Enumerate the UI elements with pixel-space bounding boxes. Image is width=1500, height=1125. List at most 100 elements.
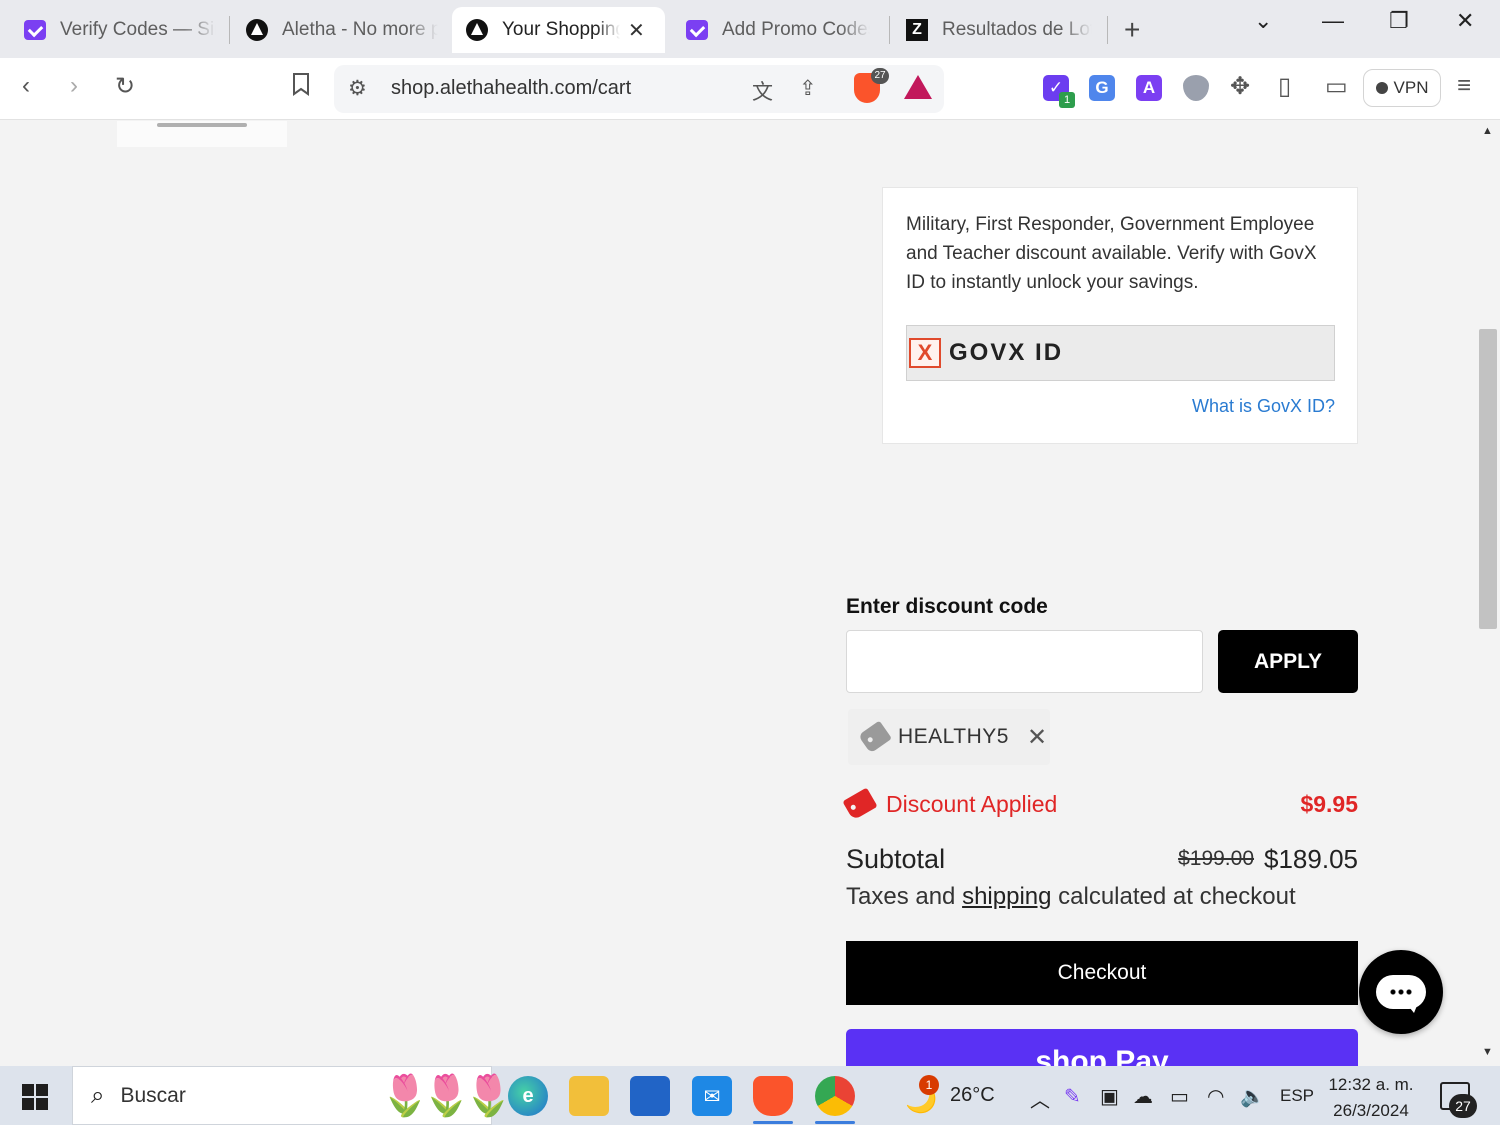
search-icon: ⌕ xyxy=(91,1081,105,1109)
discount-tags-icon xyxy=(842,787,878,821)
subtotal-row: Subtotal $199.00 $189.05 xyxy=(846,841,1358,877)
govx-id-button[interactable]: X GOVX ID xyxy=(906,325,1335,381)
bookmark-icon[interactable] xyxy=(291,72,311,103)
shop-pay-button[interactable]: shop Pay xyxy=(846,1029,1358,1066)
wallet-icon[interactable]: ▭ xyxy=(1325,72,1348,101)
tab-shopping-cart[interactable]: Your Shopping Cart ✕ xyxy=(452,7,665,53)
scroll-up-arrow-icon[interactable]: ▲ xyxy=(1482,125,1493,137)
tulips-decoration-icon: 🌷🌷🌷 xyxy=(380,1074,513,1118)
original-price: $199.00 xyxy=(1178,847,1255,870)
share-icon[interactable]: ⇪ xyxy=(799,76,817,101)
discount-applied-label: Discount Applied xyxy=(886,790,1058,817)
applied-code: HEALTHY5 xyxy=(898,725,1009,748)
simplycodes-icon xyxy=(24,19,46,41)
tag-icon xyxy=(858,720,892,754)
shipping-link[interactable]: shipping xyxy=(962,883,1051,910)
pen-icon[interactable]: ✎ xyxy=(1064,1084,1081,1109)
vpn-status-icon xyxy=(1375,82,1388,94)
tab-strip: Verify Codes — SimplyCodes Aletha - No m… xyxy=(0,0,1500,58)
battery-icon[interactable]: ▭ xyxy=(1170,1084,1189,1109)
tab-title: Your Shopping Cart xyxy=(502,19,620,40)
sidebar-toggle-icon[interactable]: ▯ xyxy=(1278,72,1291,101)
apply-button[interactable]: APPLY xyxy=(1218,630,1358,693)
meet-icon[interactable]: ▣ xyxy=(1100,1084,1119,1109)
checkout-button[interactable]: Checkout xyxy=(846,941,1358,1005)
weather-temp[interactable]: 26°C xyxy=(950,1084,995,1107)
file-explorer-icon[interactable] xyxy=(569,1076,609,1116)
close-tab-icon[interactable]: ✕ xyxy=(628,18,645,43)
tab-title: Verify Codes — SimplyCodes xyxy=(60,19,216,40)
browser-toolbar: ‹ › ↻ ⚙ shop.alethahealth.com/cart 文 ⇪ 2… xyxy=(0,58,1500,120)
extensions-puzzle-icon[interactable]: ✥ xyxy=(1230,72,1250,101)
subtotal-label: Subtotal xyxy=(846,843,946,874)
tab-verify-codes[interactable]: Verify Codes — SimplyCodes xyxy=(0,7,228,53)
what-is-govx-link[interactable]: What is GovX ID? xyxy=(1192,396,1335,417)
tray-expand-icon[interactable]: ︿ xyxy=(1030,1084,1050,1113)
menu-icon[interactable]: ≡ xyxy=(1457,72,1471,100)
brave-browser-icon[interactable] xyxy=(753,1076,793,1116)
scroll-down-arrow-icon[interactable]: ▼ xyxy=(1482,1046,1493,1058)
aletha-icon xyxy=(466,19,488,41)
site-info-icon[interactable]: ⚙ xyxy=(348,76,367,101)
clock-time: 12:32 a. m. xyxy=(1328,1075,1414,1094)
chrome-browser-icon[interactable] xyxy=(815,1076,855,1116)
taxes-suffix: calculated at checkout xyxy=(1051,883,1296,910)
clock[interactable]: 12:32 a. m. 26/3/2024 xyxy=(1320,1072,1422,1124)
windows-taskbar: ⌕ Buscar 🌷🌷🌷 e ✉ 🌙 26°C ︿ ✎ ▣ ☁ ▭ ◠ 🔈 ES… xyxy=(0,1066,1500,1125)
mail-icon[interactable]: ✉ xyxy=(692,1076,732,1116)
vpn-button[interactable]: VPN xyxy=(1363,69,1441,107)
tab-loteria[interactable]: Z Resultados de Lotería xyxy=(882,7,1104,53)
wifi-icon[interactable]: ◠ xyxy=(1207,1084,1224,1109)
tab-title: Aletha - No more pain xyxy=(282,19,438,40)
translate-icon[interactable]: 文 xyxy=(752,76,773,106)
close-window-icon[interactable]: ✕ xyxy=(1456,8,1474,34)
shield-extension-icon[interactable] xyxy=(1183,75,1209,101)
vpn-label: VPN xyxy=(1393,78,1429,97)
discount-applied-row: Discount Applied $9.95 xyxy=(842,787,1358,821)
address-bar[interactable]: ⚙ shop.alethahealth.com/cart 文 ⇪ 27 xyxy=(334,65,944,113)
tab-separator xyxy=(1107,16,1108,44)
tab-title: Resultados de Lotería xyxy=(942,19,1092,40)
forward-icon[interactable]: › xyxy=(70,72,78,100)
windows-start-icon[interactable] xyxy=(22,1084,48,1110)
url-text[interactable]: shop.alethahealth.com/cart xyxy=(391,77,631,100)
microsoft-store-icon[interactable] xyxy=(630,1076,670,1116)
back-icon[interactable]: ‹ xyxy=(22,72,30,100)
scrollbar-thumb[interactable] xyxy=(1479,329,1497,629)
notification-count: 27 xyxy=(1449,1094,1477,1118)
tab-search-chevron-icon[interactable]: ⌄ xyxy=(1254,8,1272,34)
tab-title: Add Promo Codes - SimplyCodes xyxy=(722,19,870,40)
tab-add-promo-codes[interactable]: Add Promo Codes - SimplyCodes xyxy=(662,7,882,53)
active-app-indicator xyxy=(815,1121,855,1124)
new-tab-icon[interactable]: + xyxy=(1124,14,1140,46)
aletha-icon xyxy=(246,19,268,41)
reload-icon[interactable]: ↻ xyxy=(115,72,135,101)
weather-notice-badge: 1 xyxy=(919,1075,939,1095)
text-extension-icon[interactable]: A xyxy=(1136,75,1162,101)
cart-page: Military, First Responder, Government Em… xyxy=(0,121,1476,1066)
language-indicator[interactable]: ESP xyxy=(1280,1086,1314,1106)
volume-icon[interactable]: 🔈 xyxy=(1240,1084,1265,1109)
taxes-prefix: Taxes and xyxy=(846,883,963,910)
brave-rewards-icon[interactable] xyxy=(904,75,932,99)
restore-icon[interactable]: ❐ xyxy=(1389,8,1409,34)
google-translate-extension-icon[interactable]: G xyxy=(1089,75,1115,101)
minimize-icon[interactable]: — xyxy=(1322,8,1344,34)
discount-code-input[interactable] xyxy=(846,630,1203,693)
discount-code-label: Enter discount code xyxy=(846,595,1048,618)
extension-badge: 1 xyxy=(1059,92,1075,108)
tab-aletha[interactable]: Aletha - No more pain xyxy=(222,7,450,53)
edge-browser-icon[interactable]: e xyxy=(508,1076,548,1116)
chat-widget-button[interactable] xyxy=(1359,950,1443,1034)
govx-logo-icon: X xyxy=(909,338,941,368)
final-price: $189.05 xyxy=(1264,843,1358,874)
brave-shield-count: 27 xyxy=(871,68,889,84)
onedrive-sync-icon[interactable]: ☁ xyxy=(1133,1084,1153,1109)
govx-panel: Military, First Responder, Government Em… xyxy=(882,187,1358,444)
govx-button-label: GOVX ID xyxy=(949,339,1064,366)
taxes-note: Taxes and shipping calculated at checkou… xyxy=(846,883,1296,911)
remove-code-icon[interactable]: ✕ xyxy=(1027,723,1047,752)
clock-date: 26/3/2024 xyxy=(1333,1101,1409,1120)
govx-description: Military, First Responder, Government Em… xyxy=(906,214,1317,293)
discount-amount: $9.95 xyxy=(1300,790,1358,817)
